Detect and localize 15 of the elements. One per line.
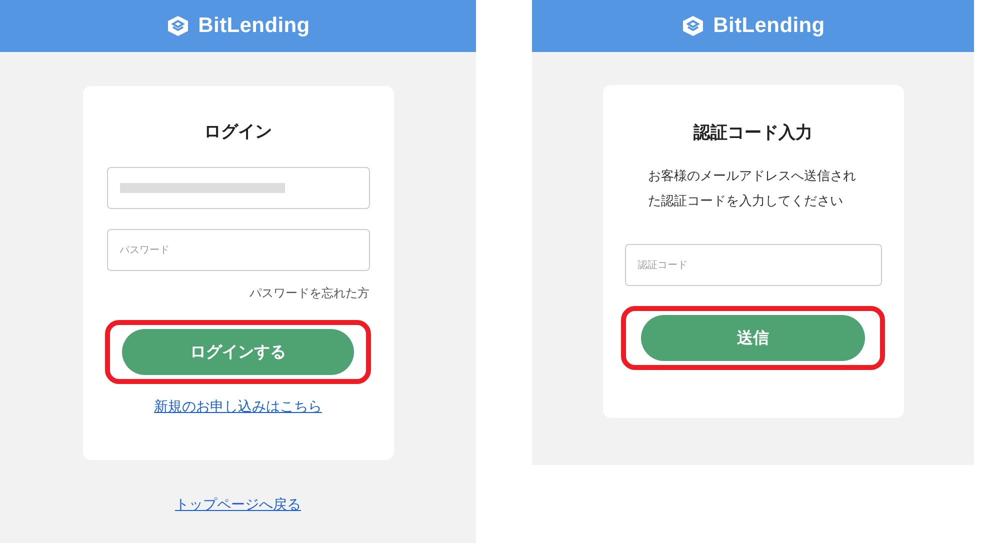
logo-icon bbox=[681, 14, 706, 38]
submit-button[interactable]: ログインする bbox=[122, 329, 354, 375]
brand-name: BitLending bbox=[198, 14, 310, 38]
signup-link[interactable]: 新規のお申し込みはこちら bbox=[154, 398, 322, 416]
brand-name: BitLending bbox=[713, 14, 825, 38]
instruction-text: お客様のメールアドレスへ送信された認証コードを入力してください bbox=[648, 168, 857, 211]
email-field[interactable] bbox=[106, 167, 370, 209]
back-link[interactable]: トップページへ戻る bbox=[175, 497, 301, 513]
page-title: 認証コード入力 bbox=[694, 122, 812, 144]
forgot-password-link[interactable]: パスワードを忘れた方 bbox=[250, 285, 370, 302]
submit-button[interactable]: 送信 bbox=[641, 315, 865, 361]
logo-icon bbox=[166, 14, 190, 38]
page-title: ログイン bbox=[204, 121, 272, 143]
input-field[interactable]: パスワード bbox=[106, 229, 370, 271]
input-field[interactable]: 認証コード bbox=[624, 244, 882, 286]
